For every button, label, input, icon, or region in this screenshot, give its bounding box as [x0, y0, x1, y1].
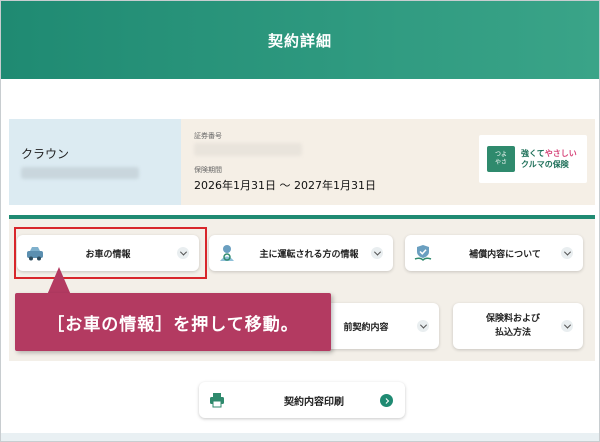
chevron-down-icon	[417, 320, 429, 332]
page-title: 契約詳細	[267, 31, 332, 50]
vehicle-name-panel: クラウン	[9, 119, 181, 205]
bottom-strip	[1, 433, 599, 441]
printer-icon	[210, 393, 224, 408]
screen-frame: 契約詳細 クラウン 証券番号 保険期間 2026年1月31日 ～ 2027年1月…	[0, 0, 600, 442]
driver-icon	[220, 245, 234, 261]
chevron-down-icon	[561, 320, 573, 332]
insurance-period-value: 2026年1月31日 ～ 2027年1月31日	[194, 179, 376, 192]
callout-text: ［お車の情報］を押して移動。	[47, 314, 299, 335]
car-plate-number-redacted	[21, 167, 139, 179]
brand-mark-line: やさ	[494, 159, 507, 166]
highlight-box	[14, 227, 207, 279]
chevron-down-icon	[561, 247, 573, 259]
brand-mark-line: つよ	[494, 151, 507, 158]
coverage-button[interactable]: 補償内容について	[405, 235, 583, 271]
certificate-number-redacted	[194, 143, 302, 156]
arrow-right-icon	[380, 394, 393, 407]
premium-payment-button[interactable]: 保険料および 払込方法	[453, 303, 583, 349]
chevron-down-icon	[371, 247, 383, 259]
brand-tagline: 強くてやさしい クルマの保険	[521, 148, 577, 170]
premium-payment-label-line2: 払込方法	[494, 328, 531, 338]
instruction-callout: ［お車の情報］を押して移動。	[15, 293, 331, 351]
insurance-period-label: 保険期間	[194, 166, 222, 174]
brand-tagline-part: 強くて	[521, 149, 545, 158]
callout-pointer	[47, 267, 71, 295]
coverage-label: 補償内容について	[469, 249, 541, 260]
brand-mark-icon: つよ やさ	[487, 146, 515, 172]
premium-payment-label-line1: 保険料および	[485, 314, 540, 324]
certificate-number-label: 証券番号	[194, 132, 222, 140]
shield-hand-icon	[414, 245, 432, 262]
brand-tagline-part: クルマの保険	[521, 160, 569, 169]
car-name: クラウン	[21, 147, 70, 161]
vehicle-summary-card: クラウン 証券番号 保険期間 2026年1月31日 ～ 2027年1月31日 つ…	[9, 119, 595, 205]
brand-tagline-part: やさしい	[544, 149, 577, 158]
driver-info-label: 主に運転される方の情報	[259, 249, 359, 260]
driver-info-button[interactable]: 主に運転される方の情報	[209, 235, 393, 271]
brand-logo: つよ やさ 強くてやさしい クルマの保険	[479, 135, 587, 183]
print-contract-button[interactable]: 契約内容印刷	[199, 382, 405, 418]
premium-payment-label: 保険料および 払込方法	[463, 312, 563, 340]
print-contract-label: 契約内容印刷	[284, 397, 344, 408]
page-header: 契約詳細	[1, 1, 599, 79]
